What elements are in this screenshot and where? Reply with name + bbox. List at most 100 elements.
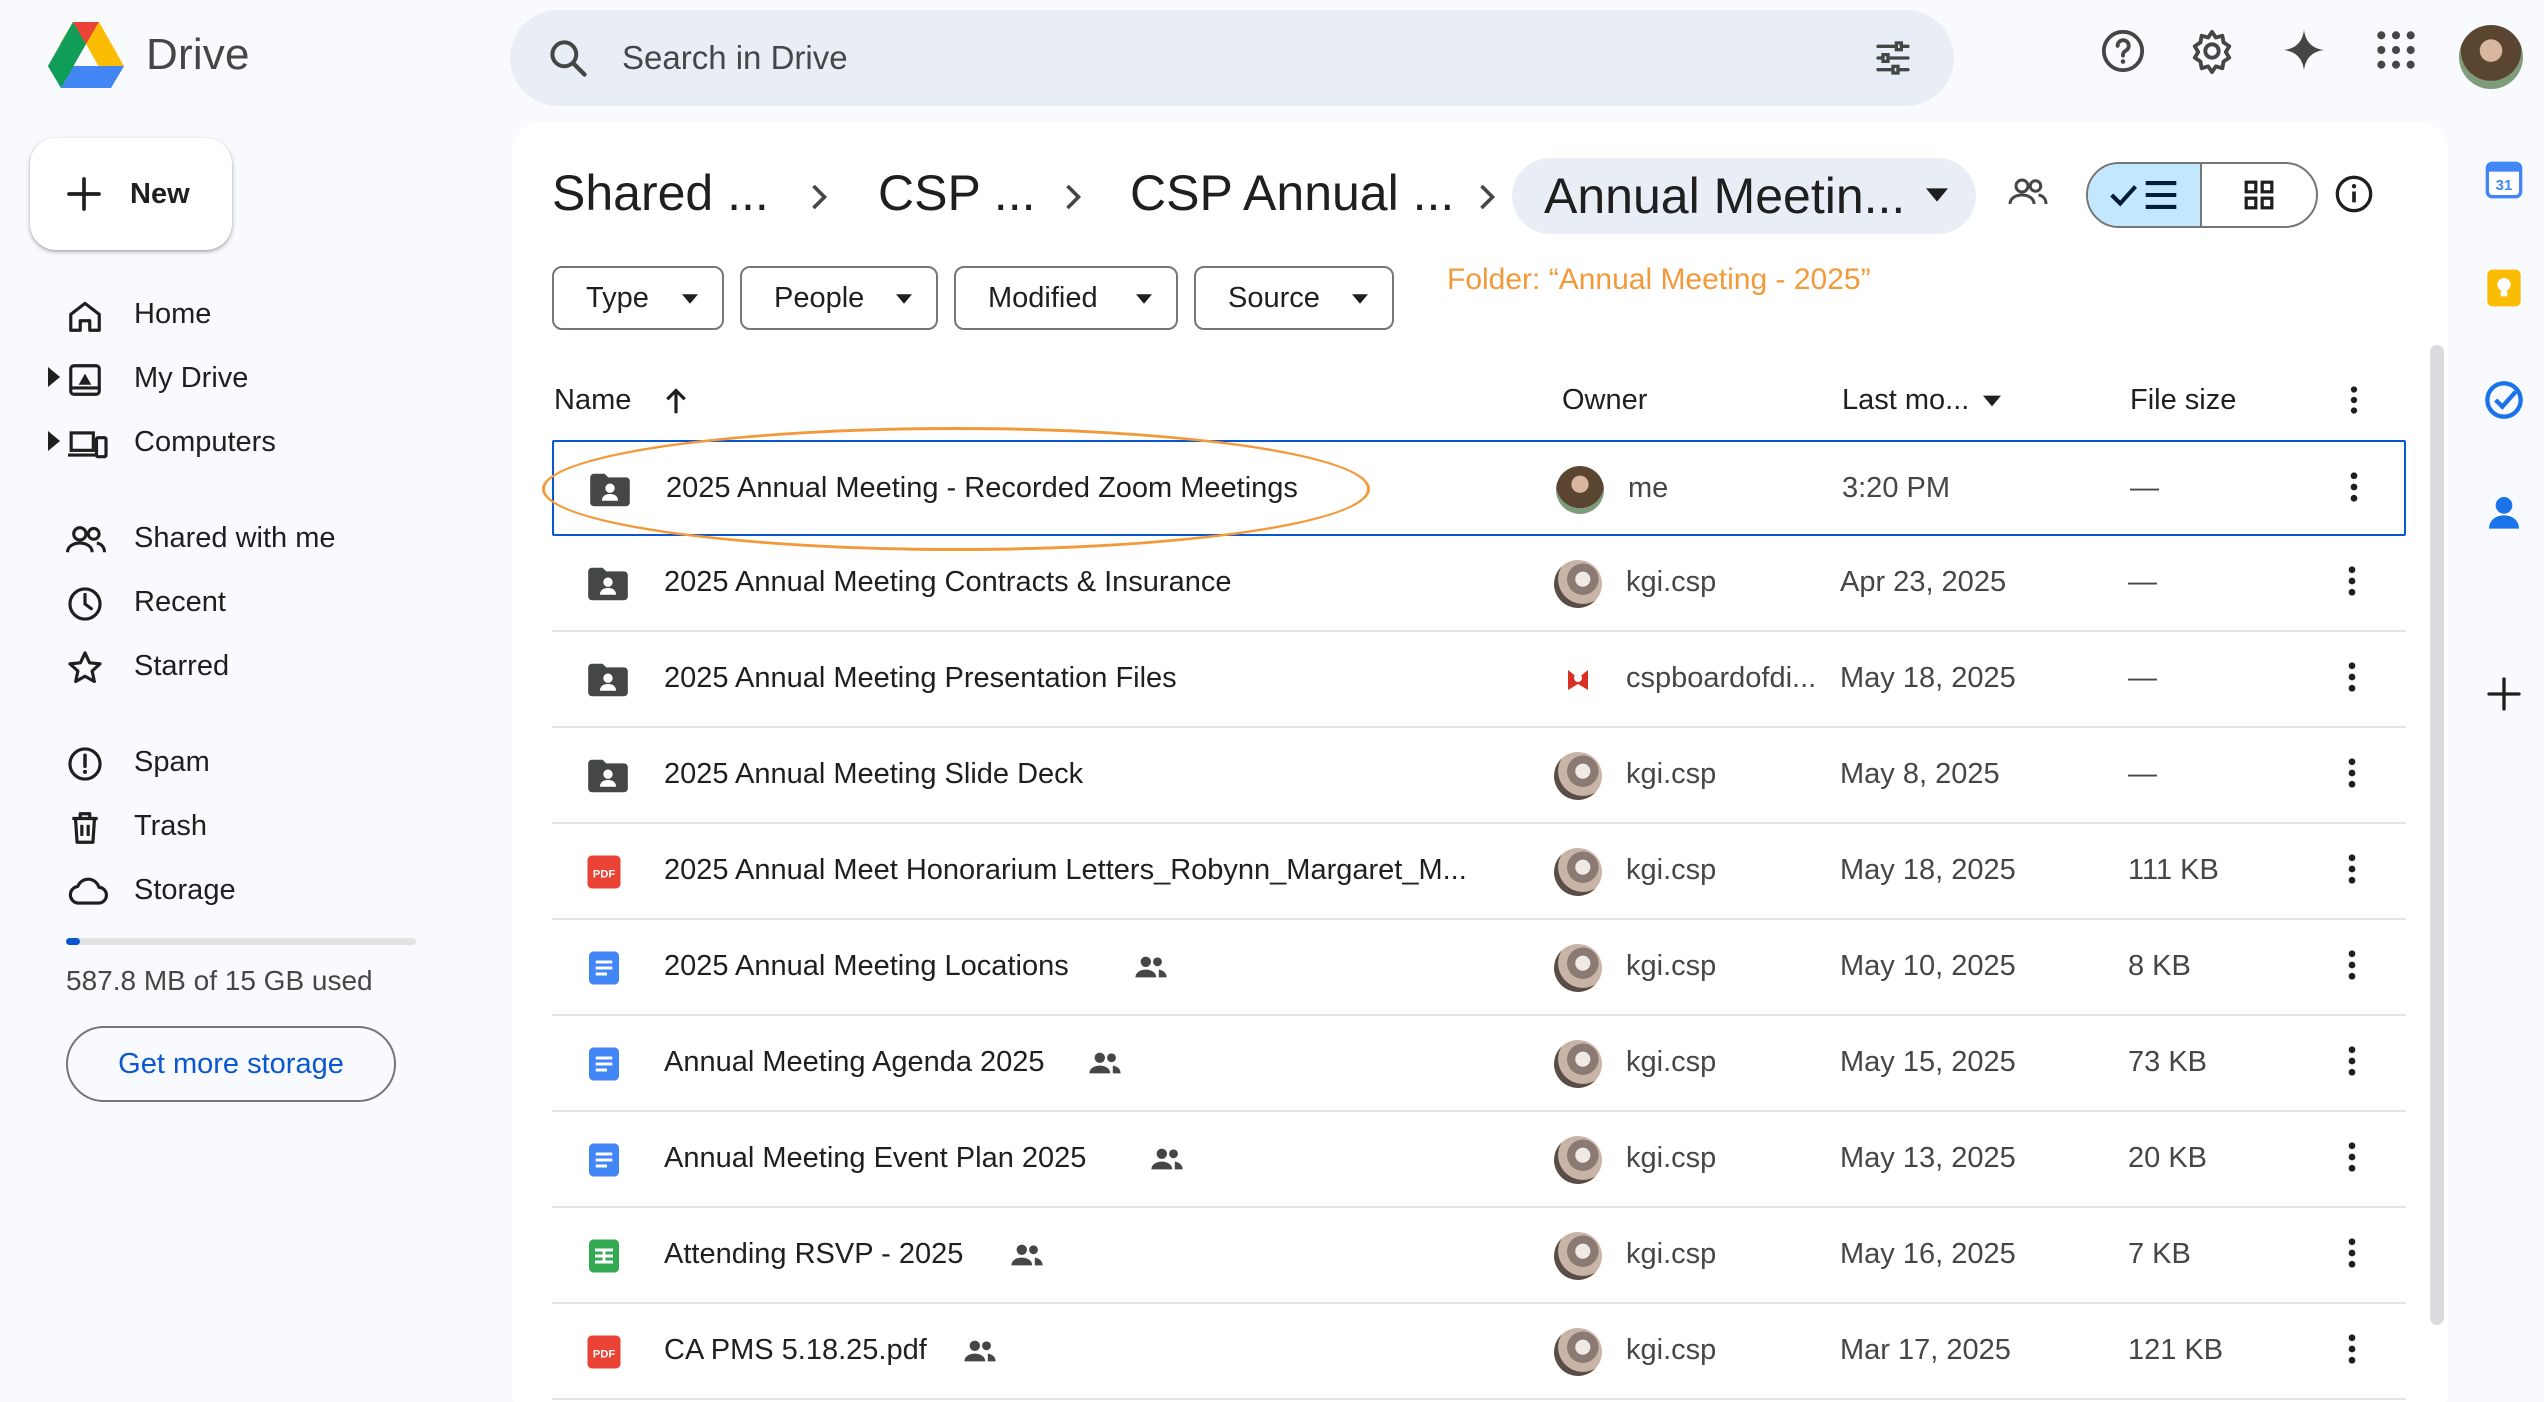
row-more-button[interactable] xyxy=(2348,1142,2356,1172)
file-row[interactable]: 2025 Annual Meeting Locations kgi.csp May … xyxy=(552,920,2406,1016)
sidebar-item-recent[interactable]: Recent xyxy=(0,573,480,629)
search-bar[interactable] xyxy=(510,10,1954,106)
sidebar-item-label: Recent xyxy=(134,586,226,618)
sidebar-item-my-drive[interactable]: My Drive xyxy=(0,349,480,405)
file-name[interactable]: Annual Meeting Agenda 2025 xyxy=(664,1046,1045,1079)
row-more-button[interactable] xyxy=(2348,1238,2356,1268)
breadcrumb-item[interactable]: CSP Annual ... xyxy=(1130,164,1454,222)
grid-view-button[interactable] xyxy=(2202,164,2316,226)
tasks-icon[interactable] xyxy=(2484,380,2524,420)
account-avatar[interactable] xyxy=(2459,25,2523,89)
search-icon[interactable] xyxy=(546,36,590,80)
column-header-file-size[interactable]: File size xyxy=(2130,384,2236,417)
file-name[interactable]: 2025 Annual Meeting Locations xyxy=(664,950,1069,983)
file-name[interactable]: 2025 Annual Meeting Slide Deck xyxy=(664,758,1083,791)
more-actions-icon[interactable] xyxy=(2350,472,2358,502)
vertical-scrollbar[interactable] xyxy=(2430,345,2444,1325)
more-actions-icon[interactable] xyxy=(2348,662,2356,692)
file-owner: kgi.csp xyxy=(1626,1238,1717,1270)
expand-arrow-icon[interactable] xyxy=(48,431,60,451)
grid-icon xyxy=(2244,180,2274,210)
view-toggle[interactable] xyxy=(2086,162,2318,228)
sidebar-item-home[interactable]: Home xyxy=(0,285,480,341)
keep-icon[interactable] xyxy=(2484,268,2524,308)
get-more-storage-button[interactable]: Get more storage xyxy=(66,1026,396,1102)
owner-avatar xyxy=(1554,1232,1602,1280)
shared-indicator xyxy=(1088,1050,1122,1076)
more-actions-icon[interactable] xyxy=(2348,1334,2356,1364)
row-more-button[interactable] xyxy=(2348,950,2356,980)
row-more-button[interactable] xyxy=(2348,758,2356,788)
chevron-right-icon xyxy=(812,184,828,210)
shared-folder-icon xyxy=(588,663,628,697)
apps-grid-icon[interactable] xyxy=(2374,28,2418,72)
info-icon[interactable] xyxy=(2334,174,2374,214)
sidebar-item-computers[interactable]: Computers xyxy=(0,413,480,469)
row-more-button[interactable] xyxy=(2348,566,2356,596)
column-header-owner[interactable]: Owner xyxy=(1562,384,1647,417)
more-actions-icon[interactable] xyxy=(2348,1238,2356,1268)
column-header-name[interactable]: Name xyxy=(554,384,689,417)
sidebar-item-label: My Drive xyxy=(134,362,249,394)
filter-type-chip[interactable]: Type xyxy=(552,266,724,330)
file-row[interactable]: PDF 2025 Annual Meet Honorarium Letters_R… xyxy=(552,824,2406,920)
list-view-button[interactable] xyxy=(2088,164,2202,226)
gemini-sparkle-icon[interactable] xyxy=(2282,28,2326,72)
sidebar-item-storage[interactable]: Storage xyxy=(0,861,480,917)
settings-icon[interactable] xyxy=(2189,28,2235,74)
file-type-icon: PDF xyxy=(586,854,622,890)
sort-arrow-up-icon[interactable] xyxy=(663,387,689,415)
file-name[interactable]: 2025 Annual Meeting - Recorded Zoom Meet… xyxy=(666,472,1298,505)
row-more-button[interactable] xyxy=(2348,1334,2356,1364)
new-button[interactable]: New xyxy=(30,138,232,250)
file-name[interactable]: 2025 Annual Meet Honorarium Letters_Roby… xyxy=(664,854,1467,887)
file-row[interactable]: 2025 Annual Meeting - Recorded Zoom Meet… xyxy=(552,440,2406,536)
breadcrumb-item[interactable]: CSP ... xyxy=(878,164,1035,222)
sidebar-item-trash[interactable]: Trash xyxy=(0,797,480,853)
file-row[interactable]: Attending RSVP - 2025 kgi.csp May 16, 2025… xyxy=(552,1208,2406,1304)
file-row[interactable]: Annual Meeting Agenda 2025 kgi.csp May 15,… xyxy=(552,1016,2406,1112)
sidebar-item-starred[interactable]: Starred xyxy=(0,637,480,693)
drive-logo[interactable]: Drive xyxy=(48,22,250,88)
row-more-button[interactable] xyxy=(2350,472,2358,502)
more-actions-icon[interactable] xyxy=(2348,758,2356,788)
row-more-button[interactable] xyxy=(2348,1046,2356,1076)
shared-indicator xyxy=(1150,1146,1184,1172)
more-actions-icon[interactable] xyxy=(2348,950,2356,980)
column-header-last-modified[interactable]: Last mo... xyxy=(1842,384,2002,417)
expand-arrow-icon[interactable] xyxy=(48,367,60,387)
manage-access-icon[interactable] xyxy=(2008,174,2048,210)
file-name[interactable]: Annual Meeting Event Plan 2025 xyxy=(664,1142,1086,1175)
add-addon-icon[interactable] xyxy=(2484,674,2524,714)
file-row[interactable]: 2025 Annual Meeting Slide Deck kgi.csp May… xyxy=(552,728,2406,824)
breadcrumb-item[interactable]: Shared ... xyxy=(552,164,769,222)
more-actions-icon[interactable] xyxy=(2348,1142,2356,1172)
search-input[interactable] xyxy=(622,32,1722,84)
filter-source-chip[interactable]: Source xyxy=(1194,266,1394,330)
file-row[interactable]: 2025 Annual Meeting Contracts & Insuranc… xyxy=(552,536,2406,632)
more-actions-icon[interactable] xyxy=(2348,566,2356,596)
row-more-button[interactable] xyxy=(2348,662,2356,692)
file-row[interactable]: PDF CA PMS 5.18.25.pdf kgi.csp Mar 17, 2025… xyxy=(552,1304,2406,1400)
more-actions-icon[interactable] xyxy=(2348,854,2356,884)
sidebar-item-label: Spam xyxy=(134,746,210,778)
file-row[interactable]: Annual Meeting Event Plan 2025 kgi.csp May… xyxy=(552,1112,2406,1208)
column-options-icon[interactable] xyxy=(2350,386,2358,414)
file-name[interactable]: Attending RSVP - 2025 xyxy=(664,1238,963,1271)
help-icon[interactable] xyxy=(2100,28,2146,74)
filter-people-chip[interactable]: People xyxy=(740,266,938,330)
sidebar-item-shared-with-me[interactable]: Shared with me xyxy=(0,509,480,565)
contacts-icon[interactable] xyxy=(2484,492,2524,532)
file-name[interactable]: 2025 Annual Meeting Contracts & Insuranc… xyxy=(664,566,1231,599)
file-row[interactable]: 2025 Annual Meeting Presentation Files cs… xyxy=(552,632,2406,728)
file-name[interactable]: CA PMS 5.18.25.pdf xyxy=(664,1334,927,1367)
more-actions-icon[interactable] xyxy=(2348,1046,2356,1076)
sidebar-item-spam[interactable]: Spam xyxy=(0,733,480,789)
calendar-icon[interactable]: 31 xyxy=(2484,160,2524,200)
row-more-button[interactable] xyxy=(2348,854,2356,884)
breadcrumb-current-folder[interactable]: Annual Meetin... xyxy=(1512,158,1976,234)
file-size: 7 KB xyxy=(2128,1238,2191,1270)
file-name[interactable]: 2025 Annual Meeting Presentation Files xyxy=(664,662,1177,695)
search-options-icon[interactable] xyxy=(1872,38,1914,78)
filter-modified-chip[interactable]: Modified xyxy=(954,266,1178,330)
